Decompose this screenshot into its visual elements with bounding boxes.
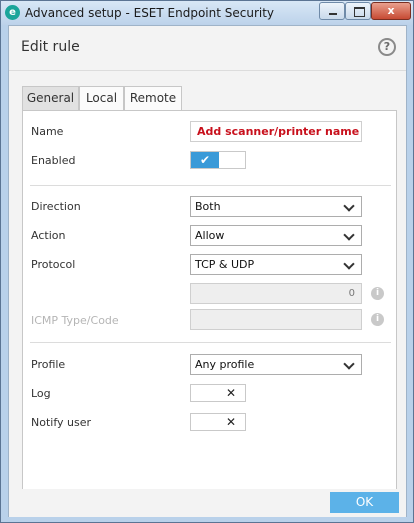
action-select[interactable]: Allow xyxy=(190,225,362,246)
app-window: e Advanced setup - ESET Endpoint Securit… xyxy=(0,0,414,523)
window-title: Advanced setup - ESET Endpoint Security xyxy=(25,6,275,20)
name-field[interactable]: Add scanner/printer name xyxy=(190,121,362,142)
direction-value: Both xyxy=(195,200,221,213)
minimize-icon xyxy=(329,13,337,15)
x-icon: ✕ xyxy=(225,415,237,429)
log-label: Log xyxy=(31,387,51,400)
tab-general[interactable]: General xyxy=(22,86,79,111)
ok-button[interactable]: OK xyxy=(330,492,399,513)
minimize-button[interactable] xyxy=(319,2,345,20)
icmp-label: ICMP Type/Code xyxy=(31,314,119,327)
enabled-label: Enabled xyxy=(31,154,76,167)
close-button[interactable]: x xyxy=(371,2,411,20)
close-icon: x xyxy=(387,4,395,17)
profile-value: Any profile xyxy=(195,358,255,371)
maximize-icon xyxy=(354,7,365,17)
info-icon[interactable]: i xyxy=(371,313,384,326)
action-label: Action xyxy=(31,229,66,242)
tab-local[interactable]: Local xyxy=(79,86,124,110)
tab-remote[interactable]: Remote xyxy=(124,86,182,110)
log-toggle[interactable]: ✕ xyxy=(190,384,246,402)
notify-user-label: Notify user xyxy=(31,416,92,429)
general-panel: Name Add scanner/printer name Enabled ✔ … xyxy=(22,110,397,495)
profile-label: Profile xyxy=(31,358,66,371)
notify-user-toggle[interactable]: ✕ xyxy=(190,413,246,431)
protocol-number-field: 0 xyxy=(190,283,362,304)
checkmark-icon: ✔ xyxy=(191,152,219,168)
dialog-header: Edit rule ? xyxy=(9,26,406,71)
direction-select[interactable]: Both xyxy=(190,196,362,217)
maximize-button[interactable] xyxy=(345,2,371,20)
icmp-field xyxy=(190,309,362,330)
help-icon[interactable]: ? xyxy=(378,38,396,56)
divider xyxy=(30,342,391,343)
action-value: Allow xyxy=(195,229,225,242)
dialog-body: Edit rule ? General Local Remote Name Ad… xyxy=(8,25,407,517)
name-label: Name xyxy=(31,125,64,138)
protocol-select[interactable]: TCP & UDP xyxy=(190,254,362,275)
direction-label: Direction xyxy=(31,200,81,213)
divider xyxy=(30,185,391,186)
protocol-label: Protocol xyxy=(31,258,76,271)
chevron-down-icon xyxy=(343,200,355,212)
title-bar[interactable]: e Advanced setup - ESET Endpoint Securit… xyxy=(1,1,413,25)
chevron-down-icon xyxy=(343,229,355,241)
chevron-down-icon xyxy=(343,258,355,270)
protocol-value: TCP & UDP xyxy=(195,258,255,271)
profile-select[interactable]: Any profile xyxy=(190,354,362,375)
enabled-toggle[interactable]: ✔ xyxy=(190,151,246,169)
info-icon[interactable]: i xyxy=(371,287,384,300)
eset-app-icon: e xyxy=(5,5,20,20)
dialog-title: Edit rule xyxy=(21,39,80,55)
x-icon: ✕ xyxy=(225,386,237,400)
chevron-down-icon xyxy=(343,358,355,370)
